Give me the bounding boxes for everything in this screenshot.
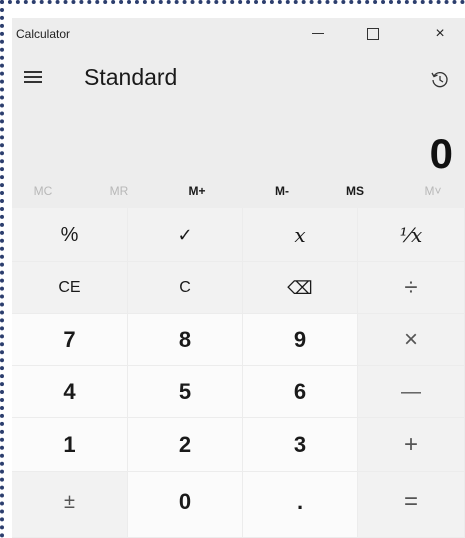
digit-3-button[interactable]: 3	[243, 418, 358, 472]
memory-list-button[interactable]: M˅	[408, 176, 458, 206]
hamburger-icon[interactable]	[24, 70, 44, 86]
maximize-button[interactable]	[350, 18, 396, 50]
close-button[interactable]: ×	[417, 18, 463, 50]
close-icon: ×	[435, 25, 445, 42]
square-button[interactable]: x2	[243, 208, 358, 296]
backspace-icon: ⌫	[287, 278, 313, 298]
digit-8-button[interactable]: 8	[128, 314, 243, 366]
mode-title: Standard	[84, 64, 178, 90]
memory-store-button[interactable]: MS	[330, 176, 380, 206]
digit-2-button[interactable]: 2	[128, 418, 243, 472]
history-icon[interactable]	[430, 70, 450, 90]
digit-5-button[interactable]: 5	[128, 366, 243, 418]
memory-row: MC MR M+ M- MS M˅	[12, 176, 465, 206]
title-bar: Calculator ×	[12, 18, 465, 50]
divide-button[interactable]: ÷	[358, 262, 465, 314]
digit-0-button[interactable]: 0	[128, 472, 243, 538]
digit-1-button[interactable]: 1	[12, 418, 128, 472]
minimize-button[interactable]	[295, 18, 341, 50]
reciprocal-button[interactable]: ⅟x	[358, 208, 465, 262]
clear-button[interactable]: C	[128, 262, 243, 314]
digit-6-button[interactable]: 6	[243, 366, 358, 418]
memory-subtract-button[interactable]: M-	[257, 176, 307, 206]
equals-button[interactable]: =	[358, 472, 465, 538]
decimal-button[interactable]: .	[243, 472, 358, 538]
plus-button[interactable]: +	[358, 418, 465, 472]
minimize-icon	[312, 33, 324, 35]
minus-button[interactable]: —	[358, 366, 465, 418]
calculator-window: Calculator × Standard 0 MC MR M+ M- MS M…	[12, 18, 465, 538]
memory-add-button[interactable]: M+	[172, 176, 222, 206]
digit-9-button[interactable]: 9	[243, 314, 358, 366]
memory-clear-button[interactable]: MC	[18, 176, 68, 206]
window-title: Calculator	[16, 27, 71, 41]
digit-7-button[interactable]: 7	[12, 314, 128, 366]
negate-button[interactable]: ±	[12, 472, 128, 538]
clear-entry-button[interactable]: CE	[12, 262, 128, 314]
memory-recall-button[interactable]: MR	[94, 176, 144, 206]
backspace-button[interactable]: ⌫	[243, 262, 358, 314]
multiply-button[interactable]: ×	[358, 314, 465, 366]
display-value: 0	[429, 130, 453, 177]
percent-button[interactable]: %	[12, 208, 128, 262]
maximize-icon	[367, 27, 379, 40]
square-root-button[interactable]: ✓	[128, 208, 243, 262]
calculator-header: Standard	[12, 58, 465, 100]
digit-4-button[interactable]: 4	[12, 366, 128, 418]
